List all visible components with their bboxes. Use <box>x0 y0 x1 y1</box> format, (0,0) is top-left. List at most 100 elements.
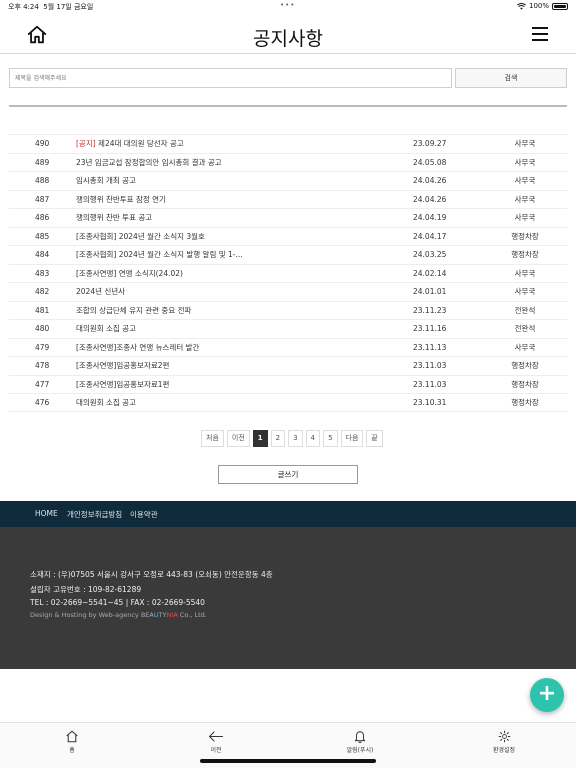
footer-privacy-link[interactable]: 개인정보취급방침 <box>67 509 122 520</box>
row-subject[interactable]: 대의원회 소집 공고 <box>76 320 396 338</box>
table-row[interactable]: 477 [조종사연맹]임공홍보자료1편 23.11.03 행정차장 <box>9 374 567 394</box>
page-button-1[interactable]: 1 <box>252 430 268 447</box>
row-subject[interactable]: 2024년 신년사 <box>76 283 396 301</box>
page-first-button[interactable]: 처음 <box>201 430 224 447</box>
table-row[interactable]: 489 23년 임금교섭 잠정합의안 임시총회 결과 공고 24.05.08 사무국 <box>9 152 567 172</box>
table-row[interactable]: 481 조합의 상급단체 유지 관련 중요 전파 23.11.23 전완석 <box>9 300 567 320</box>
table-row[interactable]: 486 쟁의행위 찬반 투표 공고 24.04.19 사무국 <box>9 208 567 227</box>
row-subject[interactable]: 임시총회 개최 공고 <box>76 172 396 190</box>
row-subject[interactable]: 대의원회 소집 공고 <box>76 394 396 412</box>
page-button-4[interactable]: 4 <box>305 430 321 447</box>
row-date: 23.11.03 <box>413 361 447 370</box>
status-time: 오후 4:24 5월 17일 금요일 <box>8 2 93 12</box>
row-number: 484 <box>35 250 50 259</box>
row-date: 24.04.17 <box>413 231 447 241</box>
row-subject[interactable]: 쟁의행위 찬반 투표 공고 <box>76 209 396 227</box>
table-row[interactable]: 484 [조종사협회] 2024년 월간 소식지 발행 알림 및 1-... 24.… <box>9 245 567 264</box>
status-bar: 오후 4:24 5월 17일 금요일 ••• 100% <box>0 0 576 14</box>
search-input[interactable] <box>9 68 452 88</box>
row-subject-text: [조종사연맹]조종사 연맹 뉴스레터 발간 <box>76 342 200 352</box>
table-row[interactable]: 485 [조종사협회] 2024년 월간 소식지 3월호 24.04.17 행정차장 <box>9 226 567 246</box>
table-row[interactable]: 482 2024년 신년사 24.01.01 사무국 <box>9 282 567 301</box>
row-subject-text: [조종사협회] 2024년 월간 소식지 3월호 <box>76 231 205 241</box>
row-number: 489 <box>35 157 50 167</box>
row-author: 행정차장 <box>511 361 539 370</box>
row-date: 23.11.23 <box>413 305 447 315</box>
row-date: 24.04.26 <box>413 176 447 185</box>
hamburger-menu-icon[interactable] <box>532 27 548 41</box>
row-author: 행정차장 <box>511 379 539 389</box>
status-date-text: 5월 17일 금요일 <box>43 3 94 11</box>
row-number: 478 <box>35 361 50 370</box>
multitask-dots-icon[interactable]: ••• <box>280 1 295 9</box>
row-number: 479 <box>35 342 50 352</box>
gear-icon <box>498 730 510 743</box>
row-subject-text: 쟁의행위 찬반 투표 공고 <box>76 213 153 222</box>
row-subject-text: 2024년 신년사 <box>76 287 126 296</box>
write-post-button[interactable]: 글쓰기 <box>218 465 358 484</box>
row-author: 사무국 <box>514 268 536 278</box>
row-number: 488 <box>35 176 50 185</box>
row-number: 482 <box>35 287 50 296</box>
row-subject-text: 대의원회 소집 공고 <box>76 324 136 333</box>
page-prev-button[interactable]: 이전 <box>226 430 250 447</box>
row-author: 행정차장 <box>511 398 539 407</box>
table-row[interactable]: 483 [조종사연맹] 연맹 소식지(24.02) 24.02.14 사무국 <box>9 263 567 283</box>
row-subject[interactable]: [조종사협회] 2024년 월간 소식지 발행 알림 및 1-... <box>76 246 396 264</box>
home-indicator <box>200 759 376 763</box>
row-subject-text: 23년 임금교섭 잠정합의안 임시총회 결과 공고 <box>76 157 222 167</box>
search-bar: 검색 <box>9 68 567 88</box>
row-number: 483 <box>35 268 50 278</box>
page-button-3[interactable]: 3 <box>288 430 303 447</box>
row-subject[interactable]: [공지] 제24대 대의원 당선자 공고 <box>76 135 396 153</box>
tab-home-label: 홈 <box>69 747 75 754</box>
row-subject[interactable]: 조합의 상급단체 유지 관련 중요 전파 <box>76 302 396 320</box>
tab-back[interactable]: 이전 <box>176 730 256 754</box>
tab-home[interactable]: 홈 <box>32 730 112 754</box>
page-next-button[interactable]: 다음 <box>340 430 364 447</box>
row-subject[interactable]: [조종사연맹] 연맹 소식지(24.02) <box>76 265 396 283</box>
search-button[interactable]: 검색 <box>455 68 567 88</box>
footer-credit: Design & Hosting by Web-agency BEAUTYNIA… <box>30 611 207 619</box>
row-author: 사무국 <box>514 157 536 167</box>
list-divider <box>9 105 567 107</box>
footer-home-link[interactable]: HOME <box>35 509 58 518</box>
credit-prefix: Design & Hosting by Web-agency BEA <box>30 611 154 619</box>
footer-nav: HOME 개인정보취급방침 이용약관 <box>0 501 576 527</box>
credit-brand-mid: TY <box>158 611 167 619</box>
row-subject[interactable]: [조종사협회] 2024년 월간 소식지 3월호 <box>76 228 396 246</box>
row-subject[interactable]: 쟁의행위 찬반투표 잠정 연기 <box>76 191 396 209</box>
row-author: 사무국 <box>514 342 536 352</box>
row-author: 행정차장 <box>511 250 539 259</box>
table-row[interactable]: 476 대의원회 소집 공고 23.10.31 행정차장 <box>9 393 567 412</box>
row-subject-text: [조종사연맹]임공홍보자료1편 <box>76 379 170 389</box>
footer-terms-link[interactable]: 이용약관 <box>130 509 158 520</box>
row-date: 24.04.19 <box>413 213 447 222</box>
floating-add-button[interactable]: + <box>530 678 564 712</box>
credit-brand-2: NIA <box>166 611 178 619</box>
row-subject[interactable]: [조종사연맹]임공홍보자료1편 <box>76 376 396 394</box>
page-button-5[interactable]: 5 <box>323 430 338 447</box>
row-date: 23.10.31 <box>413 398 447 407</box>
row-subject[interactable]: 23년 임금교섭 잠정합의안 임시총회 결과 공고 <box>76 154 396 172</box>
page-button-2[interactable]: 2 <box>270 430 286 447</box>
footer-address: 소재지 : (우)07505 서울시 강서구 오정로 443-83 (오쇠동) … <box>30 570 273 579</box>
page-last-button[interactable]: 끝 <box>366 430 383 447</box>
row-subject[interactable]: [조종사연맹]조종사 연맹 뉴스레터 발간 <box>76 339 396 357</box>
table-row[interactable]: 487 쟁의행위 찬반투표 잠정 연기 24.04.26 사무국 <box>9 189 567 209</box>
tab-settings[interactable]: 환경설정 <box>464 730 544 754</box>
table-row[interactable]: 479 [조종사연맹]조종사 연맹 뉴스레터 발간 23.11.13 사무국 <box>9 337 567 357</box>
row-subject-text: [조종사연맹] 연맹 소식지(24.02) <box>76 268 183 278</box>
table-row[interactable]: 478 [조종사연맹]임공홍보자료2편 23.11.03 행정차장 <box>9 356 567 375</box>
table-row[interactable]: 488 임시총회 개최 공고 24.04.26 사무국 <box>9 171 567 190</box>
row-date: 23.11.16 <box>413 324 447 333</box>
table-row[interactable]: 490 [공지] 제24대 대의원 당선자 공고 23.09.27 사무국 <box>9 134 567 153</box>
row-subject[interactable]: [조종사연맹]임공홍보자료2편 <box>76 357 396 375</box>
row-author: 전완석 <box>514 305 536 315</box>
row-subject-text: 쟁의행위 찬반투표 잠정 연기 <box>76 194 166 204</box>
tab-alarm[interactable]: 알림(푸시) <box>320 730 400 754</box>
row-date: 24.03.25 <box>413 250 447 259</box>
row-number: 486 <box>35 213 50 222</box>
table-row[interactable]: 480 대의원회 소집 공고 23.11.16 전완석 <box>9 319 567 338</box>
row-number: 490 <box>35 139 50 148</box>
